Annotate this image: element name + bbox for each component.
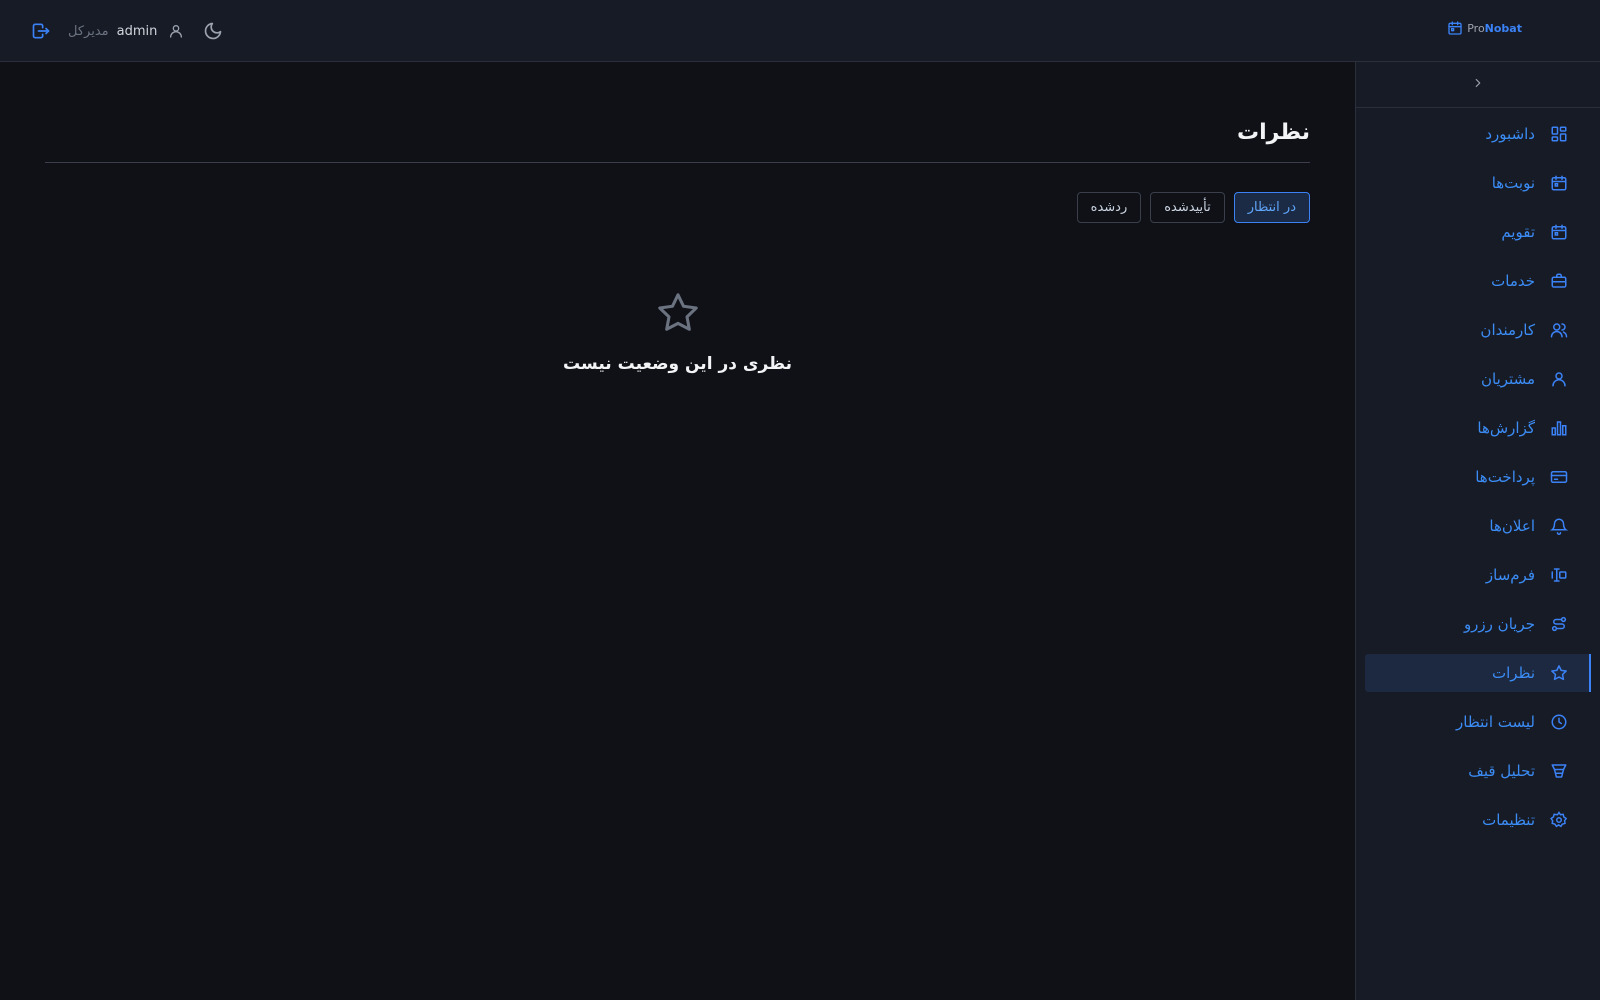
sidebar-item-staff[interactable]: کارمندان	[1365, 311, 1591, 349]
sidebar-item-label: داشبورد	[1485, 125, 1535, 143]
sidebar-item-label: جریان رزرو	[1463, 615, 1535, 633]
bar-chart-icon	[1549, 418, 1569, 438]
sidebar-item-reports[interactable]: گزارش‌ها	[1365, 409, 1591, 447]
calendar-icon	[1447, 20, 1463, 36]
sidebar-item-notifications[interactable]: اعلان‌ها	[1365, 507, 1591, 545]
app-root: مدیرکل admin ProNobat	[0, 0, 1600, 1000]
user-icon	[1549, 369, 1569, 389]
brand-nobat: Nobat	[1484, 21, 1522, 35]
title-divider	[45, 162, 1310, 163]
sidebar-item-services[interactable]: خدمات	[1365, 262, 1591, 300]
filter-approved-button[interactable]: تأییدشده	[1150, 192, 1225, 223]
sidebar-item-funnel-analysis[interactable]: تحلیل قیف	[1365, 752, 1591, 790]
flow-icon	[1549, 614, 1569, 634]
sidebar-item-label: مشتریان	[1481, 370, 1535, 388]
sidebar-item-label: نوبت‌ها	[1491, 174, 1535, 192]
sidebar-item-label: گزارش‌ها	[1477, 419, 1535, 437]
username: admin	[116, 23, 158, 39]
sidebar: داشبورد نوبت‌ها تقویم خدمات	[1355, 62, 1600, 1000]
clock-icon	[1549, 712, 1569, 732]
user-role: مدیرکل	[68, 23, 109, 39]
bell-icon	[1549, 516, 1569, 536]
sidebar-item-label: نظرات	[1491, 664, 1535, 682]
user-icon	[167, 22, 185, 40]
chevron-right-icon	[1471, 75, 1485, 94]
gear-icon	[1549, 810, 1569, 830]
sidebar-item-label: تقویم	[1501, 223, 1535, 241]
sidebar-item-label: لیست انتظار	[1456, 713, 1535, 731]
star-icon	[655, 290, 701, 336]
status-filter-tabs: در انتظار تأییدشده ردشده	[1068, 192, 1310, 223]
brand-pro: Pro	[1467, 21, 1485, 35]
filter-pending-button[interactable]: در انتظار	[1233, 192, 1310, 223]
sidebar-item-settings[interactable]: تنظیمات	[1365, 801, 1591, 839]
sidebar-item-appointments[interactable]: نوبت‌ها	[1365, 164, 1591, 202]
sidebar-item-waitlist[interactable]: لیست انتظار	[1365, 703, 1591, 741]
header-actions: مدیرکل admin	[30, 0, 223, 62]
sidebar-nav: داشبورد نوبت‌ها تقویم خدمات	[1356, 108, 1600, 839]
page-title: نظرات	[1236, 120, 1310, 145]
sidebar-item-label: تنظیمات	[1482, 811, 1535, 829]
logout-icon[interactable]	[30, 20, 52, 42]
brand-logo[interactable]: Pro Nobat	[1447, 0, 1522, 56]
top-header: مدیرکل admin Pro Nobat	[0, 0, 1600, 62]
main-content: نظرات در انتظار تأییدشده ردشده نظری در ا…	[0, 62, 1355, 1000]
users-icon	[1549, 320, 1569, 340]
empty-state: نظری در این وضعیت نیست	[485, 290, 870, 374]
credit-card-icon	[1549, 467, 1569, 487]
star-icon	[1549, 663, 1569, 683]
sidebar-collapse-button[interactable]	[1356, 62, 1600, 108]
sidebar-item-label: اعلان‌ها	[1489, 517, 1535, 535]
sidebar-item-form-builder[interactable]: فرم‌ساز	[1365, 556, 1591, 594]
sidebar-item-label: تحلیل قیف	[1468, 762, 1535, 780]
briefcase-icon	[1549, 271, 1569, 291]
dashboard-icon	[1549, 124, 1569, 144]
moon-icon[interactable]	[203, 21, 223, 41]
sidebar-item-booking-flow[interactable]: جریان رزرو	[1365, 605, 1591, 643]
sidebar-item-customers[interactable]: مشتریان	[1365, 360, 1591, 398]
sidebar-item-label: پرداخت‌ها	[1475, 468, 1535, 486]
sidebar-item-label: فرم‌ساز	[1485, 566, 1535, 584]
form-builder-icon	[1549, 565, 1569, 585]
sidebar-item-payments[interactable]: پرداخت‌ها	[1365, 458, 1591, 496]
sidebar-item-calendar[interactable]: تقویم	[1365, 213, 1591, 251]
funnel-icon	[1549, 761, 1569, 781]
sidebar-item-reviews[interactable]: نظرات	[1365, 654, 1591, 692]
sidebar-item-label: کارمندان	[1480, 321, 1535, 339]
filter-rejected-button[interactable]: ردشده	[1076, 192, 1142, 223]
calendar-icon	[1549, 173, 1569, 193]
sidebar-item-label: خدمات	[1491, 272, 1535, 290]
empty-state-message: نظری در این وضعیت نیست	[563, 354, 792, 374]
sidebar-item-dashboard[interactable]: داشبورد	[1365, 115, 1591, 153]
calendar-icon	[1549, 222, 1569, 242]
